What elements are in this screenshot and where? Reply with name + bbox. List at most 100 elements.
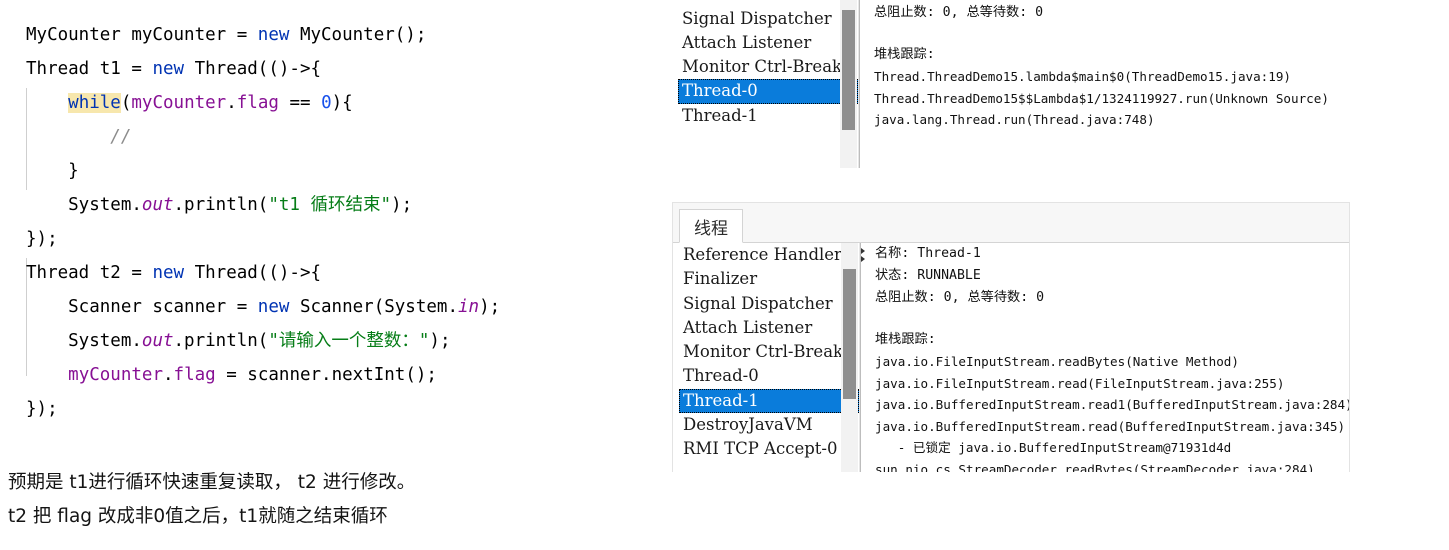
code-token: .println( [173,195,269,215]
code-token: System. [26,195,142,215]
stack-trace-line: java.io.FileInputStream.read(FileInputSt… [875,375,1285,391]
code-line: }); [26,222,500,256]
thread-monitor-panel-top: Reference HandlerFinalizerSignal Dispatc… [672,0,1350,168]
code-token: ); [429,331,451,351]
thread-list-item[interactable]: Thread-1 [678,104,858,128]
code-token: flag [236,93,279,113]
code-token: . [226,93,237,113]
split-pane-divider[interactable] [859,0,868,168]
note-line-1: 预期是 t1进行循环快速重复读取， t2 进行修改。 [8,472,416,493]
code-token: // [110,127,132,147]
panel-body: Reference HandlerFinalizerSignal Dispatc… [672,0,1350,168]
stack-trace-title: 堆栈跟踪: [875,332,936,347]
stack-trace-line: - 已锁定 java.io.BufferedInputStream@71931d… [875,440,1232,455]
scrollbar-thumb[interactable] [843,269,856,399]
code-token: new [152,59,185,79]
split-expand-arrow-icon[interactable] [861,256,865,262]
stack-trace-list: java.io.FileInputStream.readBytes(Native… [875,351,1349,472]
panel-body: Reference HandlerFinalizerSignal Dispatc… [673,243,1349,472]
thread-list[interactable]: Reference HandlerFinalizerSignal Dispatc… [679,243,859,462]
thread-counts-line: 总阻止数: 0, 总等待数: 0 [874,5,1044,20]
code-line: System.out.println("t1 循环结束"); [26,188,500,222]
split-collapse-arrow-icon[interactable] [861,248,865,254]
code-line: Scanner scanner = new Scanner(System.in)… [26,290,500,324]
code-token: 0 [321,93,332,113]
stack-trace-title: 堆栈跟踪: [874,47,935,62]
thread-monitor-panel-bottom: 线程 Reference Handler Finalizer Signal Disp… [672,202,1350,472]
stack-trace-list: Thread.ThreadDemo15.lambda$main$0(Thread… [874,66,1350,131]
code-line: System.out.println("请输入一个整数："); [26,324,500,358]
code-line: } [26,154,500,188]
code-token: .println( [173,331,269,351]
stack-trace-line: Thread.ThreadDemo15.lambda$main$0(Thread… [874,69,1292,84]
code-token: myCounter [68,365,163,385]
code-token: new [257,297,290,317]
code-line: }); [26,392,500,426]
code-text: MyCounter myCounter = new MyCounter(); Th… [26,18,500,426]
stack-trace-line: java.io.FileInputStream.readBytes(Native… [875,354,1239,369]
code-token: while [68,93,121,113]
thread-detail-pane: 名称: Thread-0 状态: RUNNABLE 总阻止数: 0, 总等待数:… [868,0,1350,168]
code-token: out [141,195,174,215]
stack-trace-line: sun.nio.cs.StreamDecoder.readBytes(Strea… [875,461,1315,473]
code-token: Thread t2 = [26,263,153,283]
thread-list-item[interactable]: Reference Handler [679,243,859,267]
code-token: = scanner.nextInt(); [215,365,437,385]
code-token: System. [26,331,142,351]
code-token: ( [120,93,132,113]
thread-list-container[interactable]: Reference HandlerFinalizerSignal Dispatc… [673,243,860,472]
code-token: Thread(()->{ [184,263,322,283]
thread-counts-line: 总阻止数: 0, 总等待数: 0 [875,290,1045,305]
code-line: Thread t1 = new Thread(()->{ [26,52,500,86]
thread-list-item[interactable]: Signal Dispatcher [679,292,859,316]
stack-trace-line: java.io.BufferedInputStream.read1(Buffer… [875,397,1349,412]
explanation-notes: 预期是 t1进行循环快速重复读取， t2 进行修改。 t2 把 flag 改成非… [8,466,415,534]
code-token: . [162,365,174,385]
thread-list-container[interactable]: Reference HandlerFinalizerSignal Dispatc… [672,0,859,168]
code-token: "请输入一个整数：" [268,331,430,351]
thread-list-item[interactable]: Thread-0 [679,364,859,388]
code-token: myCounter [131,93,227,113]
thread-list-item[interactable]: Signal Dispatcher [678,7,858,31]
thread-list-item[interactable]: Monitor Ctrl-Break [679,340,859,364]
code-token: ); [391,195,413,215]
thread-list-item-selected[interactable]: Thread-1 [679,388,859,414]
tab-threads[interactable]: 线程 [679,209,743,243]
thread-list-item[interactable]: Finalizer [679,267,859,291]
code-token: new [152,263,185,283]
thread-list-item[interactable]: Attach Listener [679,316,859,340]
thread-state-line: 状态: RUNNABLE [875,268,981,283]
code-token: } [26,161,79,181]
thread-list-item[interactable]: Attach Listener [678,31,858,55]
code-token: Scanner(System. [289,297,458,317]
code-token: Thread t1 = [26,59,153,79]
thread-list-scrollbar[interactable] [841,243,858,472]
code-token: new [257,25,290,45]
thread-list[interactable]: Reference HandlerFinalizerSignal Dispatc… [678,0,858,128]
code-token: Scanner scanner = [26,297,258,317]
stack-trace-line: Thread.ThreadDemo15$$Lambda$1/1324119927… [874,90,1329,106]
code-token: ); [479,297,501,317]
code-token: MyCounter myCounter = [26,25,258,45]
thread-list-item[interactable]: Finalizer [678,0,858,7]
thread-detail-pane: 名称: Thread-1 状态: RUNNABLE 总阻止数: 0, 总等待数:… [869,243,1349,472]
thread-list-item[interactable]: RMI TCP Accept-0 [679,437,859,461]
thread-list-scrollbar[interactable] [840,0,857,168]
code-token: ){ [331,93,353,113]
stack-trace-line: java.io.BufferedInputStream.read(Buffere… [875,418,1346,434]
code-token: "t1 循环结束" [268,195,392,215]
code-token: }); [26,399,58,419]
code-line: MyCounter myCounter = new MyCounter(); [26,18,500,52]
thread-list-item[interactable]: DestroyJavaVM [679,413,859,437]
code-line: // [26,120,500,154]
split-pane-divider[interactable] [860,243,869,472]
thread-name-line: 名称: Thread-1 [875,246,981,261]
scrollbar-thumb[interactable] [842,10,855,130]
thread-list-item[interactable]: Monitor Ctrl-Break [678,55,858,79]
detail-spacer [874,24,1350,44]
stack-trace-line: java.lang.Thread.run(Thread.java:748) [874,112,1155,127]
thread-list-item-selected[interactable]: Thread-0 [678,79,858,104]
